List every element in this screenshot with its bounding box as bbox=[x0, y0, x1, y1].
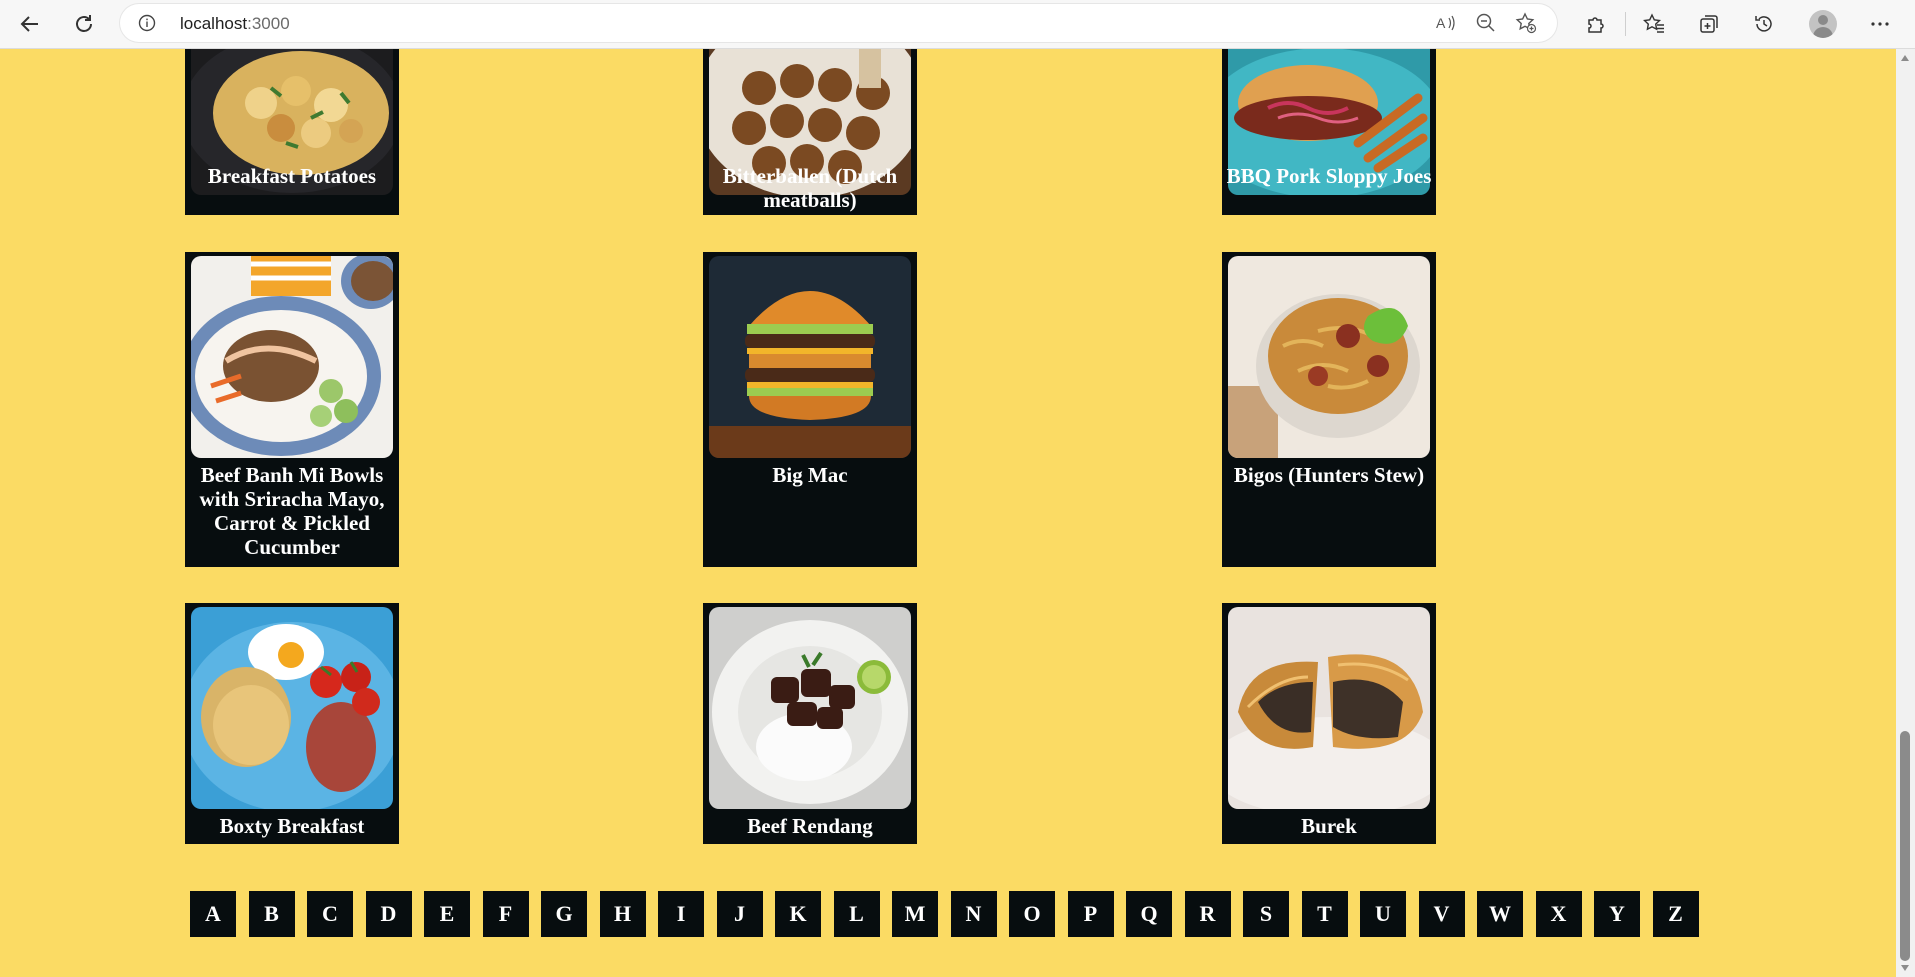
add-favorite-icon[interactable] bbox=[1515, 12, 1537, 39]
recipe-title: Beef Banh Mi Bowls with Sriracha Mayo, C… bbox=[199, 463, 385, 559]
letter-button-z[interactable]: Z bbox=[1652, 891, 1699, 937]
recipe-card[interactable]: Breakfast Potatoes bbox=[185, 49, 399, 215]
svg-text:A: A bbox=[1436, 15, 1446, 31]
letter-button-i[interactable]: I bbox=[658, 891, 704, 937]
more-menu-button[interactable] bbox=[1864, 8, 1896, 40]
recipe-card[interactable]: Bitterballen (Dutch meatballs) bbox=[703, 49, 917, 215]
letter-button-f[interactable]: F bbox=[482, 891, 529, 937]
letter-button-n[interactable]: N bbox=[950, 891, 997, 937]
collections-icon bbox=[1700, 15, 1718, 33]
recipe-image-boxty-breakfast bbox=[191, 607, 393, 809]
alphabet-nav: ABCDEFGHIJKLMNOPQRSTUVWXYZ bbox=[190, 891, 1711, 937]
recipe-card[interactable]: BBQ Pork Sloppy Joes bbox=[1222, 49, 1436, 215]
reload-icon bbox=[76, 15, 92, 32]
favorites-icon bbox=[1643, 13, 1664, 33]
browser-toolbar: localhost:3000 A bbox=[0, 0, 1915, 49]
recipe-image-big-mac bbox=[709, 256, 911, 458]
more-icon bbox=[1871, 22, 1889, 26]
letter-button-b[interactable]: B bbox=[248, 891, 295, 937]
letter-button-q[interactable]: Q bbox=[1126, 891, 1172, 937]
recipe-card[interactable]: Big Mac bbox=[703, 252, 917, 567]
recipe-image-beef-rendang bbox=[709, 607, 911, 809]
scroll-down-icon[interactable] bbox=[1901, 965, 1909, 971]
recipe-title: Boxty Breakfast bbox=[219, 814, 365, 838]
recipe-title: Breakfast Potatoes bbox=[207, 164, 377, 188]
history-button[interactable] bbox=[1748, 8, 1780, 40]
letter-button-x[interactable]: X bbox=[1535, 891, 1582, 937]
letter-button-k[interactable]: K bbox=[775, 891, 821, 937]
letter-button-l[interactable]: L bbox=[833, 891, 880, 937]
recipe-title: Bitterballen (Dutch meatballs) bbox=[722, 164, 898, 212]
letter-button-m[interactable]: M bbox=[892, 891, 938, 937]
letter-button-j[interactable]: J bbox=[716, 891, 763, 937]
recipe-image-burek bbox=[1228, 607, 1430, 809]
extensions-button[interactable] bbox=[1580, 8, 1612, 40]
reload-button[interactable] bbox=[68, 8, 100, 40]
recipe-card[interactable]: Beef Rendang bbox=[703, 603, 917, 844]
letter-button-a[interactable]: A bbox=[190, 891, 236, 937]
back-arrow-icon bbox=[20, 16, 38, 32]
address-bar[interactable]: localhost:3000 A bbox=[120, 4, 1557, 42]
recipe-card[interactable]: Burek bbox=[1222, 603, 1436, 844]
letter-button-p[interactable]: P bbox=[1067, 891, 1114, 937]
scroll-up-icon[interactable] bbox=[1901, 55, 1909, 61]
letter-button-v[interactable]: V bbox=[1418, 891, 1465, 937]
letter-button-h[interactable]: H bbox=[599, 891, 646, 937]
letter-button-r[interactable]: R bbox=[1184, 891, 1231, 937]
page-scrollbar[interactable] bbox=[1896, 49, 1915, 977]
url-port: :3000 bbox=[247, 14, 290, 33]
toolbar-divider bbox=[1625, 12, 1626, 36]
letter-button-c[interactable]: C bbox=[307, 891, 353, 937]
puzzle-icon bbox=[1588, 17, 1604, 33]
recipe-card[interactable]: Beef Banh Mi Bowls with Sriracha Mayo, C… bbox=[185, 252, 399, 567]
letter-button-g[interactable]: G bbox=[541, 891, 587, 937]
letter-button-e[interactable]: E bbox=[424, 891, 470, 937]
scrollbar-thumb[interactable] bbox=[1900, 731, 1910, 961]
zoom-out-icon[interactable] bbox=[1475, 12, 1497, 39]
letter-button-w[interactable]: W bbox=[1477, 891, 1523, 937]
favorites-button[interactable] bbox=[1638, 8, 1670, 40]
recipe-card[interactable]: Boxty Breakfast bbox=[185, 603, 399, 844]
profile-avatar[interactable] bbox=[1809, 10, 1837, 38]
page-content: Breakfast Potatoes Bitterballen (Dutch m… bbox=[0, 49, 1896, 977]
recipe-title: Big Mac bbox=[772, 463, 848, 487]
letter-button-u[interactable]: U bbox=[1360, 891, 1406, 937]
recipe-title: BBQ Pork Sloppy Joes bbox=[1226, 164, 1432, 188]
recipe-title: Bigos (Hunters Stew) bbox=[1233, 463, 1425, 487]
letter-button-s[interactable]: S bbox=[1243, 891, 1289, 937]
back-button[interactable] bbox=[14, 8, 46, 40]
recipe-image-bigos bbox=[1228, 256, 1430, 458]
letter-button-d[interactable]: D bbox=[365, 891, 412, 937]
recipe-image-beef-banh-mi-bowl bbox=[191, 256, 393, 458]
letter-button-y[interactable]: Y bbox=[1594, 891, 1640, 937]
recipe-card[interactable]: Bigos (Hunters Stew) bbox=[1222, 252, 1436, 567]
recipe-title: Burek bbox=[1301, 814, 1357, 838]
recipe-title: Beef Rendang bbox=[747, 814, 873, 838]
url-host: localhost bbox=[180, 14, 248, 33]
letter-button-o[interactable]: O bbox=[1009, 891, 1055, 937]
site-info-icon[interactable] bbox=[138, 14, 156, 37]
collections-button[interactable] bbox=[1693, 8, 1725, 40]
read-aloud-icon[interactable]: A bbox=[1435, 12, 1457, 39]
letter-button-t[interactable]: T bbox=[1301, 891, 1348, 937]
history-icon bbox=[1755, 16, 1772, 32]
url-text[interactable]: localhost:3000 bbox=[180, 14, 290, 34]
